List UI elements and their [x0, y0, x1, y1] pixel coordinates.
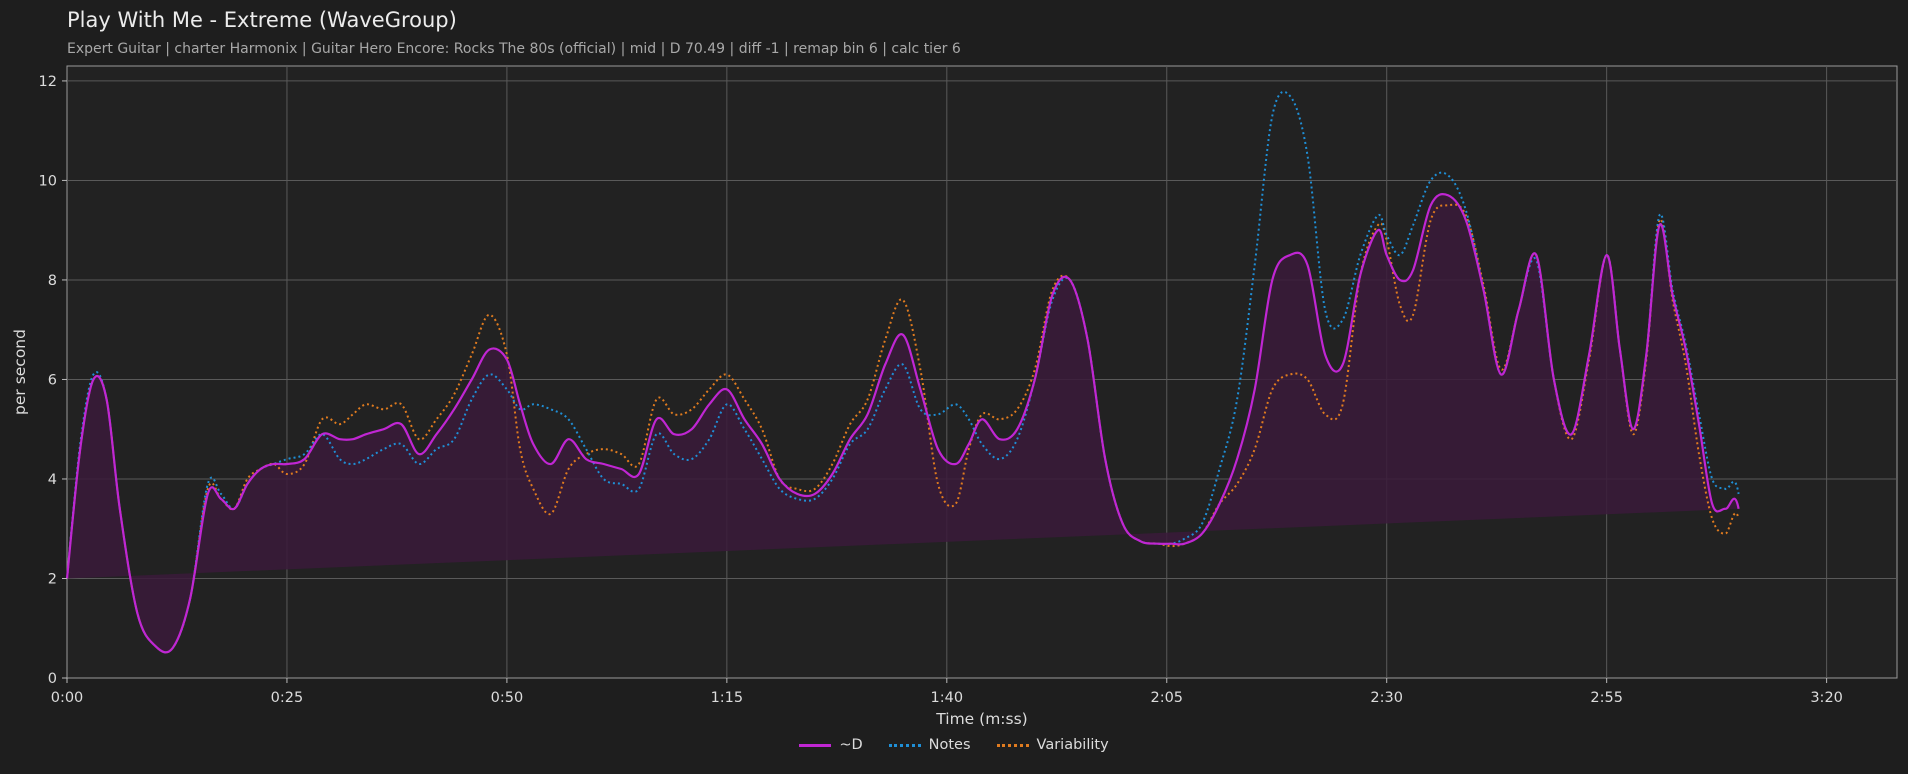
- chart-canvas: 0:00 0:25 0:50 1:15 1:40 2:05 2:30 2:55 3:20 0 2 4 6…: [11, 65, 1898, 728]
- legend-label-variability: Variability: [1036, 737, 1109, 753]
- y-tick-label: 0: [48, 671, 57, 687]
- legend: ~D Notes Variability: [0, 737, 1908, 753]
- y-tick-label: 4: [48, 472, 57, 488]
- y-axis-label: per second: [11, 329, 29, 415]
- legend-item-d: ~D: [799, 737, 863, 753]
- legend-item-variability: Variability: [996, 737, 1109, 753]
- x-tick-label: 2:05: [1150, 690, 1183, 706]
- legend-label-notes: Notes: [928, 737, 971, 753]
- x-tick-label: 2:30: [1370, 690, 1403, 706]
- y-tick-label: 6: [48, 372, 57, 388]
- legend-swatch-variability: [996, 743, 1029, 747]
- legend-swatch-notes: [888, 743, 921, 747]
- legend-label-d: ~D: [839, 737, 863, 753]
- x-tick-label: 0:25: [271, 690, 304, 706]
- x-tick-label: 3:20: [1810, 690, 1843, 706]
- y-tick-label: 8: [48, 273, 57, 289]
- x-axis-label: Time (m:ss): [935, 710, 1027, 728]
- y-tick-label: 12: [39, 74, 57, 90]
- legend-swatch-d: [799, 743, 832, 747]
- legend-item-notes: Notes: [888, 737, 971, 753]
- x-tick-label: 1:40: [931, 690, 964, 706]
- x-tick-label: 2:55: [1590, 690, 1623, 706]
- y-tick-label: 10: [39, 173, 57, 189]
- y-tick-label: 2: [48, 571, 57, 587]
- x-tick-label: 1:15: [711, 690, 744, 706]
- x-tick-label: 0:00: [51, 690, 84, 706]
- x-tick-label: 0:50: [491, 690, 524, 706]
